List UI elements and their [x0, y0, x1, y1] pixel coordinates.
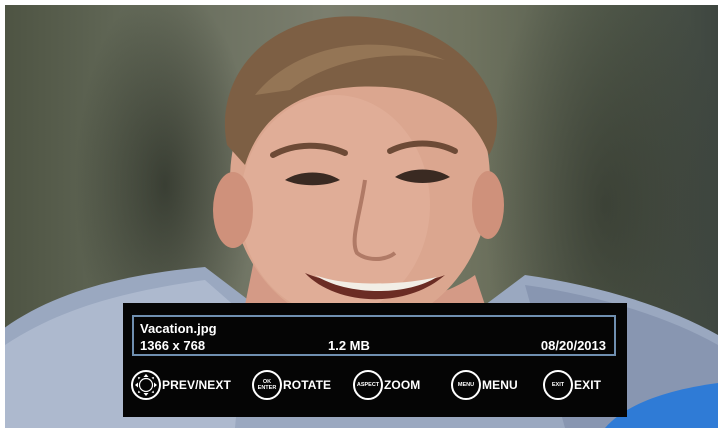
file-name: Vacation.jpg [140, 321, 217, 336]
dpad-icon [131, 370, 161, 400]
prev-next-label: PREV/NEXT [162, 378, 231, 392]
aspect-key-text: ASPECT [356, 382, 380, 388]
file-date: 08/20/2013 [540, 338, 606, 353]
rotate-label: ROTATE [283, 378, 332, 392]
zoom-control[interactable]: ASPECT ZOOM [353, 370, 420, 400]
enter-key-text: ENTER [257, 385, 277, 391]
zoom-label: ZOOM [384, 378, 421, 392]
menu-label: MENU [482, 378, 518, 392]
exit-button-icon: EXIT [543, 370, 573, 400]
photo-viewer: Vacation.jpg 1366 x 768 1.2 MB 08/20/201… [5, 5, 718, 428]
file-size: 1.2 MB [328, 338, 370, 353]
exit-control[interactable]: EXIT EXIT [543, 370, 601, 400]
menu-key-text: MENU [457, 382, 475, 388]
prev-next-control[interactable]: PREV/NEXT [131, 370, 231, 400]
exit-key-text: EXIT [551, 382, 565, 388]
rotate-control[interactable]: OK ENTER ROTATE [252, 370, 331, 400]
aspect-button-icon: ASPECT [353, 370, 383, 400]
file-info-box: Vacation.jpg 1366 x 768 1.2 MB 08/20/201… [132, 315, 616, 356]
menu-button-icon: MENU [451, 370, 481, 400]
exit-label: EXIT [574, 378, 602, 392]
image-resolution: 1366 x 768 [140, 338, 206, 353]
ok-enter-button-icon: OK ENTER [252, 370, 282, 400]
menu-control[interactable]: MENU MENU [451, 370, 518, 400]
photo-info-overlay: Vacation.jpg 1366 x 768 1.2 MB 08/20/201… [123, 303, 627, 417]
